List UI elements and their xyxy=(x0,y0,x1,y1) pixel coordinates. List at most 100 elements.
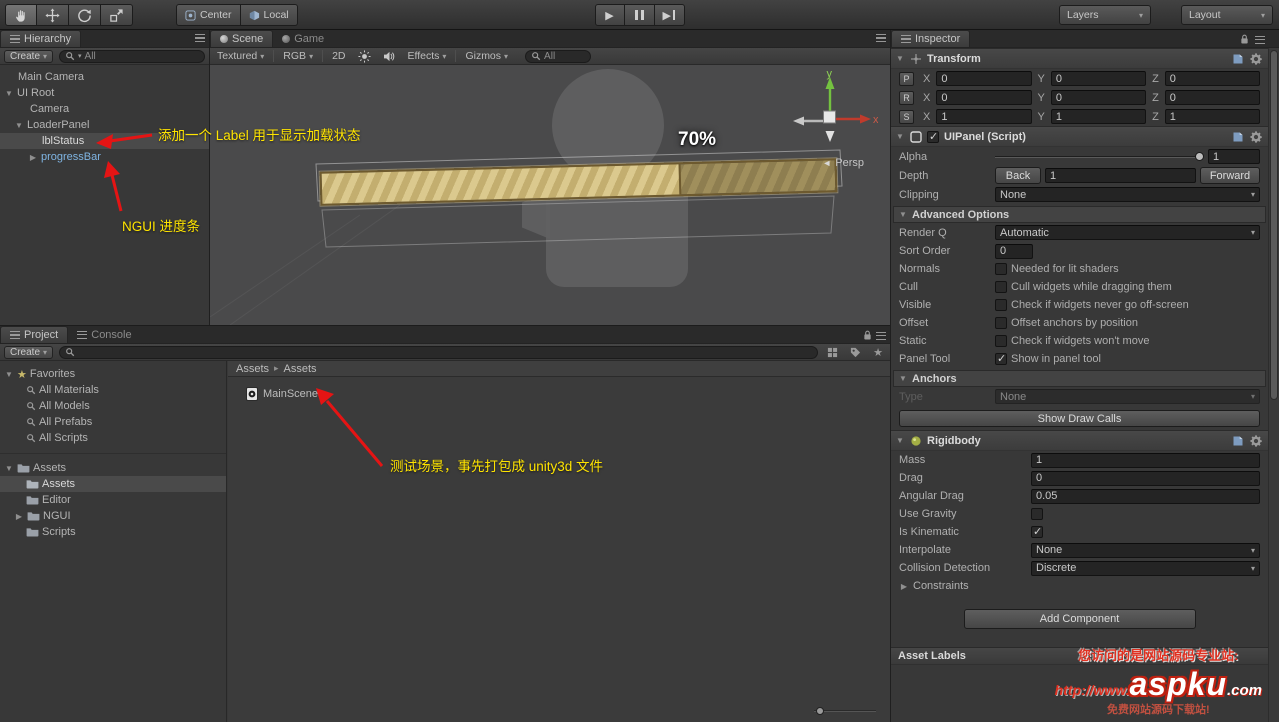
icon-zoom-slider[interactable] xyxy=(814,706,876,716)
use-gravity-checkbox[interactable]: ✓ xyxy=(1031,508,1043,520)
folder-ngui[interactable]: ▶ NGUI xyxy=(0,508,226,524)
hierarchy-panel-menu-icon[interactable] xyxy=(195,34,205,42)
mass-field[interactable]: 1 xyxy=(1031,452,1260,468)
sort-order-field[interactable]: 0 xyxy=(995,243,1033,259)
favorite-all-scripts[interactable]: All Scripts xyxy=(0,430,226,446)
slider-knob[interactable] xyxy=(816,707,824,715)
folder-editor[interactable]: Editor xyxy=(0,492,226,508)
position-y-field[interactable]: 0 xyxy=(1050,71,1147,86)
hierarchy-search-input[interactable]: ▾ All xyxy=(59,49,205,63)
scene-orientation-gizmo[interactable]: y x xyxy=(778,69,878,155)
hierarchy-item-progressbar[interactable]: ▶ progressBar xyxy=(0,149,209,165)
tab-inspector[interactable]: Inspector xyxy=(891,30,971,47)
gear-icon[interactable] xyxy=(1250,52,1262,65)
project-search-input[interactable] xyxy=(59,345,819,359)
foldout-closed-icon[interactable]: ▶ xyxy=(899,582,909,591)
menu-icon[interactable] xyxy=(1255,35,1265,44)
scene-search-input[interactable]: All xyxy=(525,49,592,63)
position-z-field[interactable]: 0 xyxy=(1164,71,1260,86)
inspector-scrollbar[interactable] xyxy=(1268,48,1279,722)
scale-reset-button[interactable]: S xyxy=(899,109,914,124)
scale-y-field[interactable]: 1 xyxy=(1050,109,1147,124)
project-panel-menu[interactable] xyxy=(863,330,886,341)
move-tool-button[interactable] xyxy=(37,4,69,26)
rotation-x-field[interactable]: 0 xyxy=(936,90,1032,105)
scale-x-field[interactable]: 1 xyxy=(936,109,1032,124)
scene-viewport[interactable]: 70% y x ◄ Persp xyxy=(210,65,890,325)
panel-tool-checkbox[interactable]: ✓ xyxy=(995,353,1007,365)
hierarchy-item-loaderpanel[interactable]: ▼ LoaderPanel xyxy=(0,117,209,133)
asset-labels-header[interactable]: Asset Labels xyxy=(891,647,1268,665)
depth-value-field[interactable]: 1 xyxy=(1045,168,1196,183)
layout-dropdown[interactable]: Layout ▾ xyxy=(1181,5,1273,25)
uipanel-enabled-checkbox[interactable]: ✓ xyxy=(927,130,939,143)
clipping-dropdown[interactable]: None ▾ xyxy=(995,187,1260,202)
position-reset-button[interactable]: P xyxy=(899,71,914,86)
position-x-field[interactable]: 0 xyxy=(936,71,1032,86)
static-checkbox[interactable]: ✓ xyxy=(995,335,1007,347)
offset-checkbox[interactable]: ✓ xyxy=(995,317,1007,329)
tab-hierarchy[interactable]: Hierarchy xyxy=(0,30,82,47)
slider-knob[interactable] xyxy=(1195,152,1204,161)
drag-field[interactable]: 0 xyxy=(1031,470,1260,486)
folder-assets[interactable]: Assets xyxy=(0,476,226,492)
asset-grid[interactable]: MainScene xyxy=(228,377,890,708)
foldout-open-icon[interactable]: ▼ xyxy=(898,210,908,219)
column-view-button[interactable] xyxy=(824,347,841,358)
scale-z-field[interactable]: 1 xyxy=(1164,109,1260,124)
draw-mode-dropdown[interactable]: Textured ▾ xyxy=(214,50,267,62)
foldout-open-icon[interactable]: ▼ xyxy=(4,89,14,98)
tab-scene[interactable]: Scene xyxy=(210,30,274,47)
add-component-button[interactable]: Add Component xyxy=(963,609,1196,629)
effects-dropdown[interactable]: Effects ▾ xyxy=(405,50,450,62)
scrollbar-thumb[interactable] xyxy=(1270,50,1278,400)
hierarchy-item-camera[interactable]: Camera xyxy=(0,101,209,117)
constraints-row[interactable]: ▶ Constraints xyxy=(891,577,1268,595)
scene-lighting-toggle[interactable] xyxy=(355,49,374,63)
gear-icon[interactable] xyxy=(1250,434,1262,447)
scale-tool-button[interactable] xyxy=(101,4,133,26)
foldout-open-icon[interactable]: ▼ xyxy=(895,132,905,141)
gizmos-dropdown[interactable]: Gizmos ▾ xyxy=(462,50,511,62)
advanced-options-header[interactable]: ▼ Advanced Options xyxy=(893,206,1266,223)
rotation-reset-button[interactable]: R xyxy=(899,90,914,105)
folder-scripts[interactable]: Scripts xyxy=(0,524,226,540)
depth-forward-button[interactable]: Forward xyxy=(1200,167,1260,184)
lock-icon[interactable] xyxy=(1240,34,1249,45)
favorite-all-materials[interactable]: All Materials xyxy=(0,382,226,398)
scene-audio-toggle[interactable] xyxy=(380,51,399,62)
foldout-closed-icon[interactable]: ▶ xyxy=(14,512,24,521)
alpha-value-field[interactable]: 1 xyxy=(1208,149,1260,164)
foldout-open-icon[interactable]: ▼ xyxy=(4,464,14,473)
angular-drag-field[interactable]: 0.05 xyxy=(1031,488,1260,504)
hierarchy-item-main-camera[interactable]: Main Camera xyxy=(0,69,209,85)
show-draw-calls-button[interactable]: Show Draw Calls xyxy=(899,410,1260,427)
normals-checkbox[interactable]: ✓ xyxy=(995,263,1007,275)
help-doc-icon[interactable] xyxy=(1232,131,1244,143)
foldout-open-icon[interactable]: ▼ xyxy=(4,370,14,379)
progress-bar-widget[interactable] xyxy=(319,158,838,206)
interpolate-dropdown[interactable]: None ▾ xyxy=(1031,542,1260,558)
play-button[interactable]: ▶ xyxy=(594,4,625,26)
render-mode-dropdown[interactable]: RGB ▾ xyxy=(280,50,316,62)
transform-component-header[interactable]: ▼ Transform xyxy=(891,48,1268,69)
rotation-z-field[interactable]: 0 xyxy=(1164,90,1260,105)
foldout-open-icon[interactable]: ▼ xyxy=(895,54,905,63)
help-doc-icon[interactable] xyxy=(1232,53,1244,65)
scene-panel-menu-icon[interactable] xyxy=(876,34,886,42)
foldout-open-icon[interactable]: ▼ xyxy=(895,436,905,445)
pivot-local-button[interactable]: Local xyxy=(240,4,298,26)
rotate-tool-button[interactable] xyxy=(69,4,101,26)
breadcrumb-root[interactable]: Assets xyxy=(236,363,269,375)
foldout-open-icon[interactable]: ▼ xyxy=(898,374,908,383)
visible-checkbox[interactable]: ✓ xyxy=(995,299,1007,311)
tab-project[interactable]: Project xyxy=(0,326,69,343)
label-filter-button[interactable] xyxy=(847,347,864,358)
foldout-closed-icon[interactable]: ▶ xyxy=(28,153,38,162)
project-create-dropdown[interactable]: Create ▾ xyxy=(4,345,54,359)
hand-tool-button[interactable] xyxy=(5,4,37,26)
pause-button[interactable] xyxy=(624,4,655,26)
help-doc-icon[interactable] xyxy=(1232,435,1244,447)
tab-game[interactable]: Game xyxy=(273,30,333,47)
hierarchy-create-dropdown[interactable]: Create ▾ xyxy=(4,49,54,63)
